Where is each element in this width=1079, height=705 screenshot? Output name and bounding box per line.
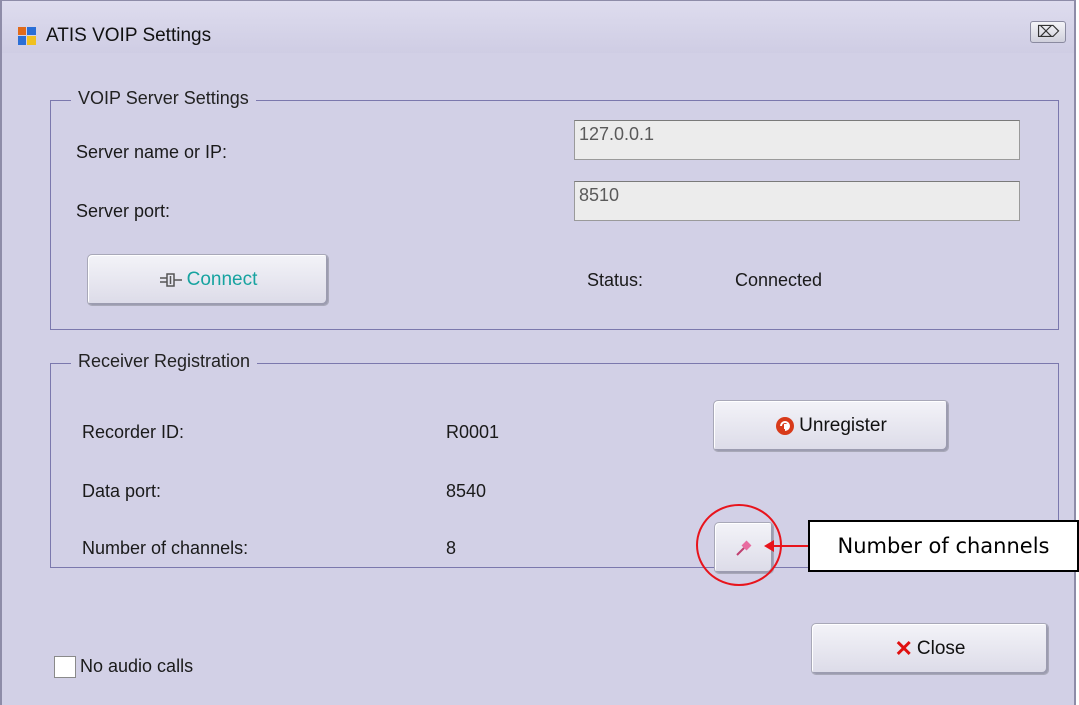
group-title-registration: Receiver Registration: [71, 351, 258, 372]
status-label: Status:: [587, 270, 644, 290]
close-icon: ✕: [894, 636, 913, 661]
channels-value: 8: [446, 538, 457, 558]
server-name-label: Server name or IP:: [76, 142, 228, 162]
no-audio-checkbox[interactable]: [54, 656, 76, 678]
connect-label: Connect: [186, 269, 258, 290]
callout-arrow-icon: [764, 540, 808, 552]
data-port-label: Data port:: [82, 481, 162, 501]
app-icon: [18, 27, 36, 45]
server-port-input[interactable]: 8510: [574, 181, 1020, 221]
window-close-icon[interactable]: ⌦: [1030, 21, 1066, 43]
settings-window: ATIS VOIP Settings ⌦ VOIP Server Setting…: [0, 0, 1076, 705]
data-port-value: 8540: [446, 481, 487, 501]
unregister-icon: [775, 416, 795, 436]
server-port-label: Server port:: [76, 201, 171, 221]
group-title-server: VOIP Server Settings: [71, 88, 256, 109]
server-name-input[interactable]: 127.0.0.1: [574, 120, 1020, 160]
no-audio-label: No audio calls: [80, 656, 194, 676]
recorder-id-label: Recorder ID:: [82, 422, 185, 442]
close-button[interactable]: ✕ Close: [811, 623, 1049, 675]
unregister-label: Unregister: [799, 415, 887, 436]
plug-icon: [159, 270, 183, 290]
channels-label: Number of channels:: [82, 538, 249, 558]
close-label: Close: [916, 638, 966, 659]
callout-label: Number of channels: [808, 520, 1079, 572]
status-value: Connected: [735, 270, 823, 290]
unregister-button[interactable]: Unregister: [713, 400, 949, 452]
recorder-id-value: R0001: [446, 422, 500, 442]
window-title: ATIS VOIP Settings: [46, 25, 212, 46]
title-bar[interactable]: ATIS VOIP Settings ⌦: [2, 1, 1074, 53]
connect-button[interactable]: Connect: [87, 254, 329, 306]
